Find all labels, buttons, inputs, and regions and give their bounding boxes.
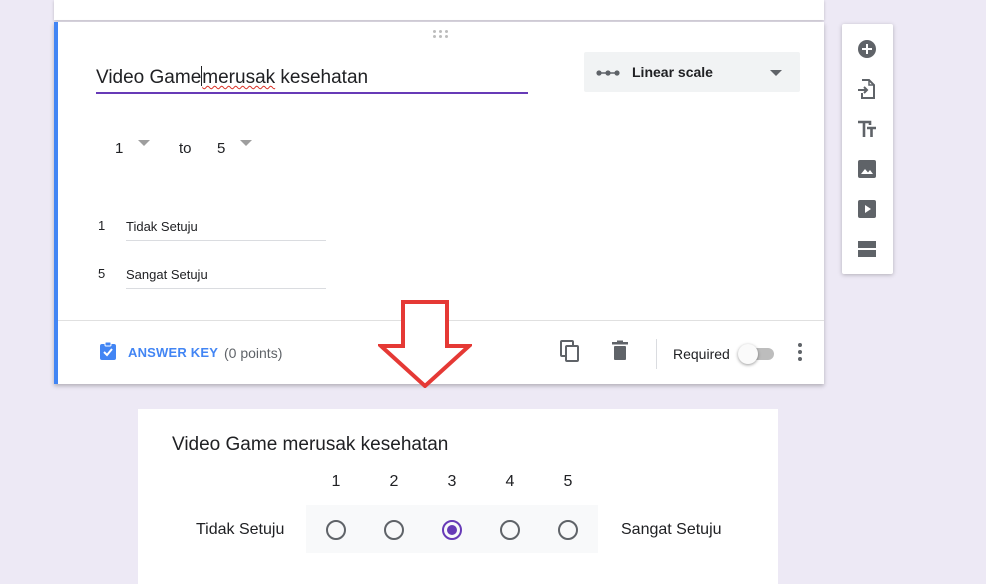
more-options-icon[interactable] <box>796 341 804 368</box>
scale-from-dropdown-icon[interactable] <box>138 140 150 146</box>
preview-question-title: Video Game merusak kesehatan <box>172 434 449 455</box>
scale-number: 2 <box>389 473 399 490</box>
delete-icon[interactable] <box>608 339 632 368</box>
linear-scale-icon <box>596 66 620 84</box>
side-toolbar <box>842 24 893 274</box>
points-text: (0 points) <box>224 345 283 361</box>
duplicate-icon[interactable] <box>558 339 582 368</box>
question-type-dropdown[interactable]: Linear scale <box>584 52 800 92</box>
answer-key-icon[interactable] <box>98 341 118 366</box>
required-toggle[interactable] <box>738 344 776 364</box>
scale-to-value[interactable]: 5 <box>217 140 225 157</box>
scale-number: 1 <box>331 473 341 490</box>
add-section-icon[interactable] <box>855 237 879 261</box>
question-type-label: Linear scale <box>632 64 713 80</box>
min-label-number: 1 <box>98 218 106 233</box>
scale-radio-4[interactable] <box>500 520 520 540</box>
add-title-icon[interactable] <box>855 117 879 141</box>
scale-from-value[interactable]: 1 <box>115 140 123 157</box>
max-label-number: 5 <box>98 266 106 281</box>
answer-key-button[interactable]: ANSWER KEY <box>128 345 218 360</box>
title-text-misspelled: merusak <box>202 67 276 88</box>
scale-number: 4 <box>505 473 515 490</box>
preview-max-label: Sangat Setuju <box>621 521 722 538</box>
scale-to-dropdown-icon[interactable] <box>240 140 252 146</box>
title-text-start: Video Game <box>96 67 202 88</box>
max-label-input[interactable]: Sangat Setuju <box>126 266 326 289</box>
preview-card: Video Game merusak kesehatan 1 2 3 4 5 T… <box>138 409 778 584</box>
footer-divider <box>656 339 657 369</box>
title-text-end: kesehatan <box>275 67 369 88</box>
required-label: Required <box>673 346 730 362</box>
question-title-input[interactable]: Video Gamemerusak kesehatan <box>96 66 528 94</box>
down-arrow-icon <box>378 300 472 388</box>
scale-number: 5 <box>563 473 573 490</box>
min-label-input[interactable]: Tidak Setuju <box>126 218 326 241</box>
chevron-down-icon <box>770 70 782 76</box>
scale-radio-3-selected[interactable] <box>442 520 462 540</box>
add-video-icon[interactable] <box>855 197 879 221</box>
toggle-knob <box>738 344 758 364</box>
add-image-icon[interactable] <box>855 157 879 181</box>
preview-min-label: Tidak Setuju <box>196 521 285 538</box>
drag-handle-icon[interactable] <box>433 30 451 40</box>
scale-number: 3 <box>447 473 457 490</box>
scale-radio-1[interactable] <box>326 520 346 540</box>
import-questions-icon[interactable] <box>855 77 879 101</box>
scale-to-label: to <box>179 140 192 157</box>
previous-question-card <box>54 0 824 20</box>
add-question-icon[interactable] <box>855 37 879 61</box>
scale-radio-2[interactable] <box>384 520 404 540</box>
scale-radio-5[interactable] <box>558 520 578 540</box>
